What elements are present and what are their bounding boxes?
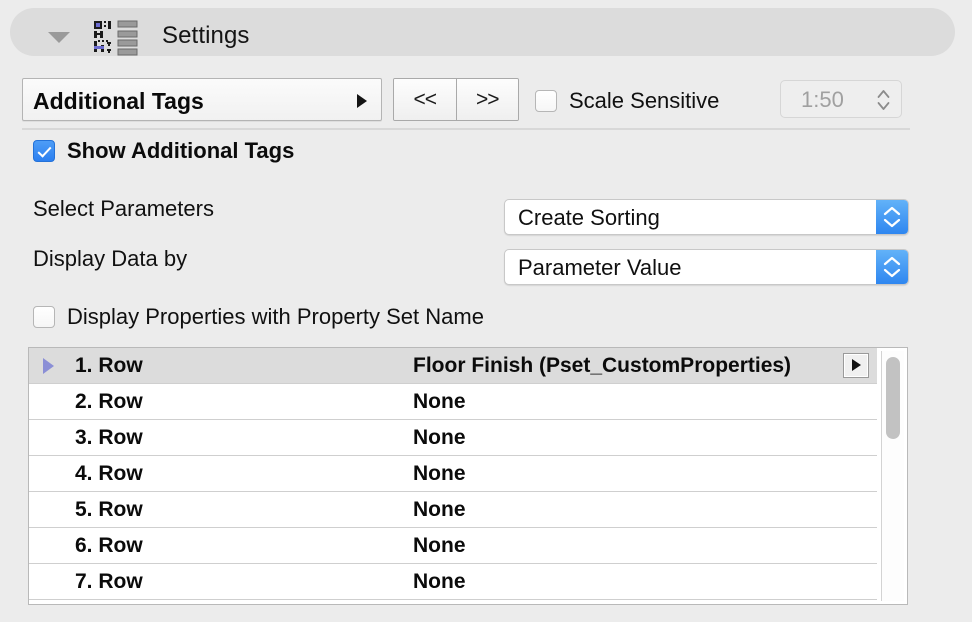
vertical-scrollbar[interactable] [881,351,904,601]
display-data-by-value: Parameter Value [518,255,681,281]
row-value: None [413,426,466,450]
navigation-buttons: << >> [393,78,519,121]
page-title: Settings [162,22,250,50]
row-name: 2. Row [75,390,143,414]
row-action-button[interactable] [843,353,869,378]
show-additional-tags-checkbox[interactable] [33,140,55,162]
scale-sensitive-label: Scale Sensitive [569,88,719,114]
triangle-right-icon [357,94,367,108]
display-properties-row[interactable]: Display Properties with Property Set Nam… [33,304,484,330]
row-name: 4. Row [75,462,143,486]
display-properties-checkbox[interactable] [33,306,55,328]
row-name: 1. Row [75,354,143,378]
scale-value-field[interactable]: 1:50 [780,80,902,118]
triangle-right-icon [852,359,861,371]
row-value: Floor Finish (Pset_CustomProperties) [413,354,791,378]
table-row[interactable]: 7. Row None [29,564,877,600]
rows-list: 1. Row Floor Finish (Pset_CustomPropertie… [28,347,908,605]
table-row[interactable]: 4. Row None [29,456,877,492]
select-parameters-popup[interactable]: Create Sorting [504,199,909,235]
row-value: None [413,462,466,486]
scrollbar-thumb[interactable] [886,357,900,439]
row-name: 7. Row [75,570,143,594]
table-row[interactable]: 5. Row None [29,492,877,528]
display-properties-label: Display Properties with Property Set Nam… [67,304,484,330]
row-name: 3. Row [75,426,143,450]
chevron-updown-icon[interactable] [876,200,908,234]
settings-panel: Settings Additional Tags << >> Scale Sen… [0,0,972,622]
header-bar: Settings [10,8,955,56]
triangle-right-blue-icon[interactable] [43,358,54,374]
additional-tags-button[interactable]: Additional Tags [22,78,382,121]
scale-sensitive-checkbox[interactable] [535,90,557,112]
settings-list-icon [92,20,140,58]
show-additional-tags-row[interactable]: Show Additional Tags [33,138,294,164]
row-name: 5. Row [75,498,143,522]
scale-sensitive-row[interactable]: Scale Sensitive [535,88,719,114]
next-button[interactable]: >> [457,79,519,120]
triangle-down-icon[interactable] [48,32,70,43]
scale-value-text: 1:50 [801,87,844,113]
toolbar-divider [22,128,910,130]
additional-tags-label: Additional Tags [33,88,204,115]
show-additional-tags-label: Show Additional Tags [67,138,294,164]
display-data-by-label: Display Data by [33,246,187,272]
prev-button[interactable]: << [394,79,457,120]
row-name: 6. Row [75,534,143,558]
row-value: None [413,498,466,522]
chevron-updown-icon[interactable] [876,250,908,284]
table-row[interactable]: 6. Row None [29,528,877,564]
display-data-by-popup[interactable]: Parameter Value [504,249,909,285]
row-value: None [413,534,466,558]
table-row[interactable]: 2. Row None [29,384,877,420]
select-parameters-value: Create Sorting [518,205,660,231]
table-row[interactable]: 1. Row Floor Finish (Pset_CustomPropertie… [29,348,877,384]
table-row[interactable]: 3. Row None [29,420,877,456]
row-value: None [413,390,466,414]
row-value: None [413,570,466,594]
rows-list-body: 1. Row Floor Finish (Pset_CustomPropertie… [29,348,877,604]
stepper-updown-icon[interactable] [877,88,890,112]
table-row[interactable]: 8. RowNone [29,600,877,605]
select-parameters-label: Select Parameters [33,196,214,222]
